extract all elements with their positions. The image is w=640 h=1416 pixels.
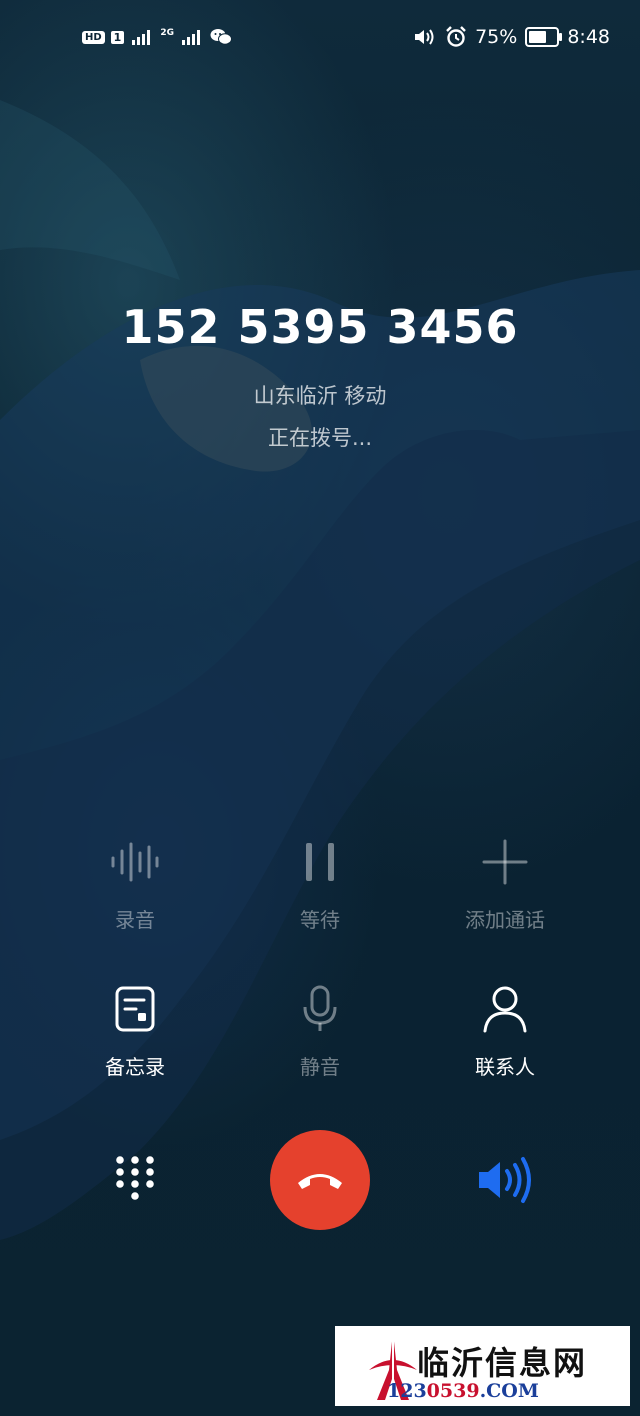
mute-label: 静音 — [300, 1055, 340, 1079]
plus-icon — [425, 838, 585, 886]
notes-button[interactable]: 备忘录 — [55, 985, 215, 1080]
speaker-button[interactable] — [476, 1155, 536, 1205]
memo-icon — [55, 985, 215, 1033]
notes-label: 备忘录 — [105, 1055, 165, 1079]
watermark-url-part2: 0539 — [426, 1380, 480, 1402]
microphone-icon — [240, 985, 400, 1033]
watermark: 临沂信息网 1230539.COM — [335, 1326, 630, 1406]
person-icon — [425, 985, 585, 1033]
record-waveform-icon — [55, 838, 215, 886]
caller-location: 山东临沂 移动 — [253, 384, 387, 408]
speaker-icon — [479, 1157, 531, 1203]
status-bar: HD 1 2G 75% 8:48 — [0, 0, 640, 80]
pause-icon — [240, 838, 400, 886]
hd-icon: HD — [82, 30, 105, 44]
dialpad-button[interactable] — [110, 1150, 160, 1210]
battery-icon — [525, 27, 563, 47]
hold-button[interactable]: 等待 — [240, 838, 400, 933]
alarm-icon — [446, 26, 466, 47]
watermark-url: 1230539.COM — [387, 1380, 539, 1402]
watermark-url-part1: 123 — [387, 1380, 427, 1402]
contacts-button[interactable]: 联系人 — [425, 985, 585, 1080]
mute-button[interactable]: 静音 — [240, 985, 400, 1080]
sim2-signal-icon — [181, 30, 200, 45]
status-left-icons: HD 1 2G — [82, 28, 232, 46]
sim1-icon: 1 — [110, 30, 125, 44]
volume-icon — [415, 29, 434, 45]
status-right-icons: 75% 8:48 — [413, 26, 610, 48]
record-label: 录音 — [115, 908, 155, 932]
contacts-label: 联系人 — [475, 1055, 535, 1079]
hang-up-icon — [298, 1174, 342, 1189]
wechat-icon — [210, 29, 232, 45]
battery-percent: 75% — [475, 26, 518, 48]
dialpad-icon — [116, 1156, 154, 1200]
end-call-button[interactable] — [270, 1130, 370, 1230]
call-status: 正在拨号... — [267, 426, 373, 450]
watermark-title: 临沂信息网 — [417, 1344, 588, 1382]
record-button[interactable]: 录音 — [55, 838, 215, 933]
add-call-button[interactable]: 添加通话 — [425, 838, 585, 933]
add-call-label: 添加通话 — [465, 908, 545, 932]
hold-label: 等待 — [300, 908, 340, 932]
sim2-network-label: 2G — [160, 28, 174, 38]
caller-number: 152 5395 3456 — [121, 300, 519, 354]
sim1-signal-icon — [132, 30, 151, 45]
clock: 8:48 — [567, 26, 610, 48]
watermark-url-part3: .COM — [479, 1380, 539, 1402]
